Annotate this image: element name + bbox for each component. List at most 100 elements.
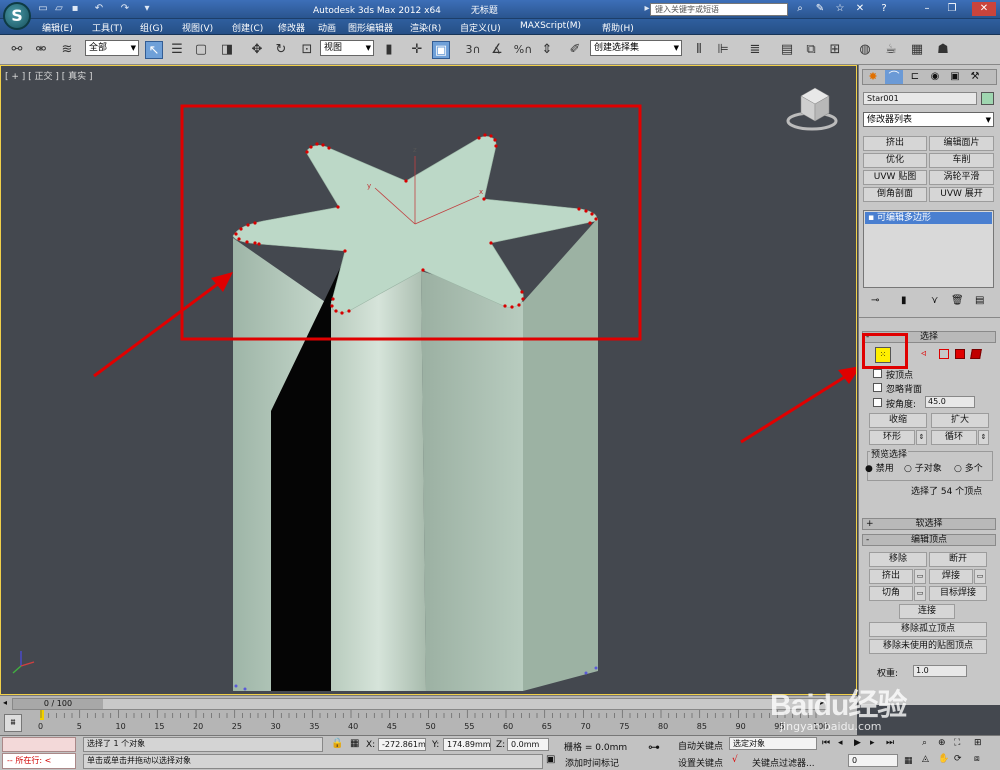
add-time-tag-button[interactable]: 添加时间标记 bbox=[565, 756, 619, 769]
save-file-icon[interactable]: ▪ bbox=[68, 2, 82, 16]
break-button[interactable]: 断开 bbox=[929, 552, 987, 567]
display-tab-icon[interactable]: ▣ bbox=[947, 71, 963, 83]
help-icon[interactable]: ? bbox=[877, 2, 891, 16]
remove-vertex-button[interactable]: 移除 bbox=[869, 552, 927, 567]
play-icon[interactable]: ▶ bbox=[854, 738, 861, 748]
exchange-icon[interactable]: ✕ bbox=[853, 2, 867, 16]
edge-mode-icon[interactable]: ◃ bbox=[921, 349, 931, 359]
align-icon[interactable]: ⊫ bbox=[714, 41, 732, 59]
rendered-frame-window-icon[interactable]: ▦ bbox=[908, 41, 926, 59]
preview-multi-radio[interactable]: ○ 多个 bbox=[954, 461, 983, 474]
loop-button[interactable]: 循环 bbox=[931, 430, 977, 445]
modifier-extrude-button[interactable]: 挤出 bbox=[863, 136, 927, 151]
rotate-icon[interactable]: ↻ bbox=[272, 41, 290, 59]
goto-end-icon[interactable]: ⏭ bbox=[886, 738, 894, 748]
scale-icon[interactable]: ⊡ bbox=[298, 41, 316, 59]
show-end-result-icon[interactable]: ▮ bbox=[901, 295, 907, 306]
keyboard-shortcut-override-icon[interactable]: ▣ bbox=[432, 41, 450, 59]
time-prev-icon[interactable]: ◂ bbox=[3, 698, 7, 707]
menu-customize[interactable]: 自定义(U) bbox=[460, 21, 501, 34]
more-dropdown-icon[interactable]: ▾ bbox=[140, 2, 154, 16]
fov-icon[interactable]: ◬ bbox=[922, 754, 929, 764]
maxscript-listener-bottom[interactable]: -- 所在行: < bbox=[2, 753, 76, 769]
modifier-lathe-button[interactable]: 车削 bbox=[929, 153, 994, 168]
key-selection-dropdown[interactable]: 选定对象 bbox=[729, 737, 817, 750]
modifier-turbosmooth-button[interactable]: 涡轮平滑 bbox=[929, 170, 994, 185]
render-production-icon[interactable]: ☗ bbox=[934, 41, 952, 59]
menu-rendering[interactable]: 渲染(R) bbox=[410, 21, 441, 34]
zoom-extents-all-icon[interactable]: ⊞ bbox=[974, 738, 982, 748]
selection-filter-dropdown[interactable]: 全部 bbox=[85, 40, 139, 56]
menu-graph-editors[interactable]: 图形编辑器 bbox=[348, 21, 393, 34]
object-name-field[interactable]: Star001 bbox=[863, 92, 977, 105]
auto-key-button[interactable]: 自动关键点 bbox=[678, 739, 723, 752]
modifier-unwrap-uvw-button[interactable]: UVW 展开 bbox=[929, 187, 994, 202]
hierarchy-tab-icon[interactable]: ⊏ bbox=[907, 71, 923, 83]
snap-toggle-icon[interactable]: 3∩ bbox=[462, 41, 484, 59]
modifier-edit-patch-button[interactable]: 编辑面片 bbox=[929, 136, 994, 151]
weld-settings-icon[interactable]: ▭ bbox=[974, 569, 986, 584]
modifier-uvw-map-button[interactable]: UVW 贴图 bbox=[863, 170, 927, 185]
modify-tab-icon[interactable]: ⌒ bbox=[885, 70, 903, 84]
new-file-icon[interactable]: ▭ bbox=[36, 2, 50, 16]
spinner-snap-icon[interactable]: ⇕ bbox=[538, 41, 556, 59]
by-angle-checkbox[interactable] bbox=[873, 398, 882, 407]
by-vertex-checkbox[interactable] bbox=[873, 369, 882, 378]
key-filters-button[interactable]: 关键点过滤器... bbox=[752, 756, 815, 769]
border-mode-icon[interactable] bbox=[939, 349, 949, 359]
schematic-view-icon[interactable]: ⊞ bbox=[826, 41, 844, 59]
star-model[interactable] bbox=[232, 133, 598, 691]
z-coord-field[interactable]: 0.0mm bbox=[507, 738, 549, 751]
shrink-button[interactable]: 收缩 bbox=[869, 413, 927, 428]
menu-help[interactable]: 帮助(H) bbox=[602, 21, 634, 34]
menu-tools[interactable]: 工具(T) bbox=[92, 21, 123, 34]
y-coord-field[interactable]: 174.89mm bbox=[443, 738, 491, 751]
close-icon[interactable]: ✕ bbox=[972, 2, 996, 16]
absolute-mode-icon[interactable]: ▦ bbox=[350, 738, 359, 749]
connect-button[interactable]: 连接 bbox=[899, 604, 955, 619]
window-crossing-icon[interactable]: ◨ bbox=[218, 41, 236, 59]
tools-icon[interactable]: ✎ bbox=[813, 2, 827, 16]
zoom-icon[interactable]: ⌕ bbox=[922, 738, 927, 748]
menu-animation[interactable]: 动画 bbox=[318, 21, 336, 34]
element-mode-icon[interactable] bbox=[970, 349, 982, 359]
time-slider-thumb[interactable]: 0 / 100 bbox=[13, 699, 103, 709]
polygon-mode-icon[interactable] bbox=[955, 349, 965, 359]
menu-edit[interactable]: 编辑(E) bbox=[42, 21, 73, 34]
star-icon[interactable]: ☆ bbox=[833, 2, 847, 16]
time-config-icon[interactable]: ▦ bbox=[904, 756, 913, 766]
goto-start-icon[interactable]: ⏮ bbox=[822, 738, 830, 748]
move-icon[interactable]: ✥ bbox=[248, 41, 266, 59]
remove-unused-map-verts-button[interactable]: 移除未使用的贴图顶点 bbox=[869, 639, 987, 654]
orbit-icon[interactable]: ⟳ bbox=[954, 754, 962, 764]
time-next-icon[interactable]: ▸ bbox=[820, 698, 824, 707]
menu-group[interactable]: 组(G) bbox=[140, 21, 163, 34]
remove-modifier-icon[interactable]: 🗑 bbox=[951, 295, 964, 306]
menu-create[interactable]: 创建(C) bbox=[232, 21, 263, 34]
maxscript-listener-top[interactable] bbox=[2, 737, 76, 752]
select-by-name-icon[interactable]: ☰ bbox=[168, 41, 186, 59]
ring-spinner[interactable]: ⇕ bbox=[916, 430, 927, 445]
weight-spinner[interactable]: 1.0 bbox=[913, 665, 967, 677]
make-unique-icon[interactable]: ⋎ bbox=[931, 295, 938, 306]
set-key-button[interactable]: 设置关键点 bbox=[678, 756, 723, 769]
modifier-bevel-profile-button[interactable]: 倒角剖面 bbox=[863, 187, 927, 202]
mirror-icon[interactable]: ⫴ bbox=[690, 41, 708, 59]
percent-snap-icon[interactable]: %∩ bbox=[512, 41, 534, 59]
soft-selection-rollout-header[interactable]: + 软选择 bbox=[862, 518, 996, 530]
viewport-perspective[interactable]: [ + ] [ 正交 ] [ 真实 ] z y x bbox=[0, 65, 857, 695]
loop-spinner[interactable]: ⇕ bbox=[978, 430, 989, 445]
menu-modifiers[interactable]: 修改器 bbox=[278, 21, 305, 34]
menu-views[interactable]: 视图(V) bbox=[182, 21, 213, 34]
named-selection-dropdown[interactable]: 创建选择集 bbox=[590, 40, 682, 56]
layer-manager-icon[interactable]: ≣ bbox=[746, 41, 764, 59]
binoculars-icon[interactable]: ⌕ bbox=[793, 2, 807, 16]
next-frame-icon[interactable]: ▸ bbox=[870, 738, 875, 748]
modifier-list-dropdown[interactable]: 修改器列表 bbox=[863, 112, 994, 127]
app-logo-icon[interactable]: S bbox=[3, 2, 31, 30]
x-coord-field[interactable]: -272.861m bbox=[378, 738, 426, 751]
configure-sets-icon[interactable]: ▤ bbox=[975, 295, 984, 306]
motion-tab-icon[interactable]: ◉ bbox=[927, 71, 943, 83]
set-key-icon[interactable]: ⊶ bbox=[648, 740, 660, 754]
chamfer-settings-icon[interactable]: ▭ bbox=[914, 586, 926, 601]
